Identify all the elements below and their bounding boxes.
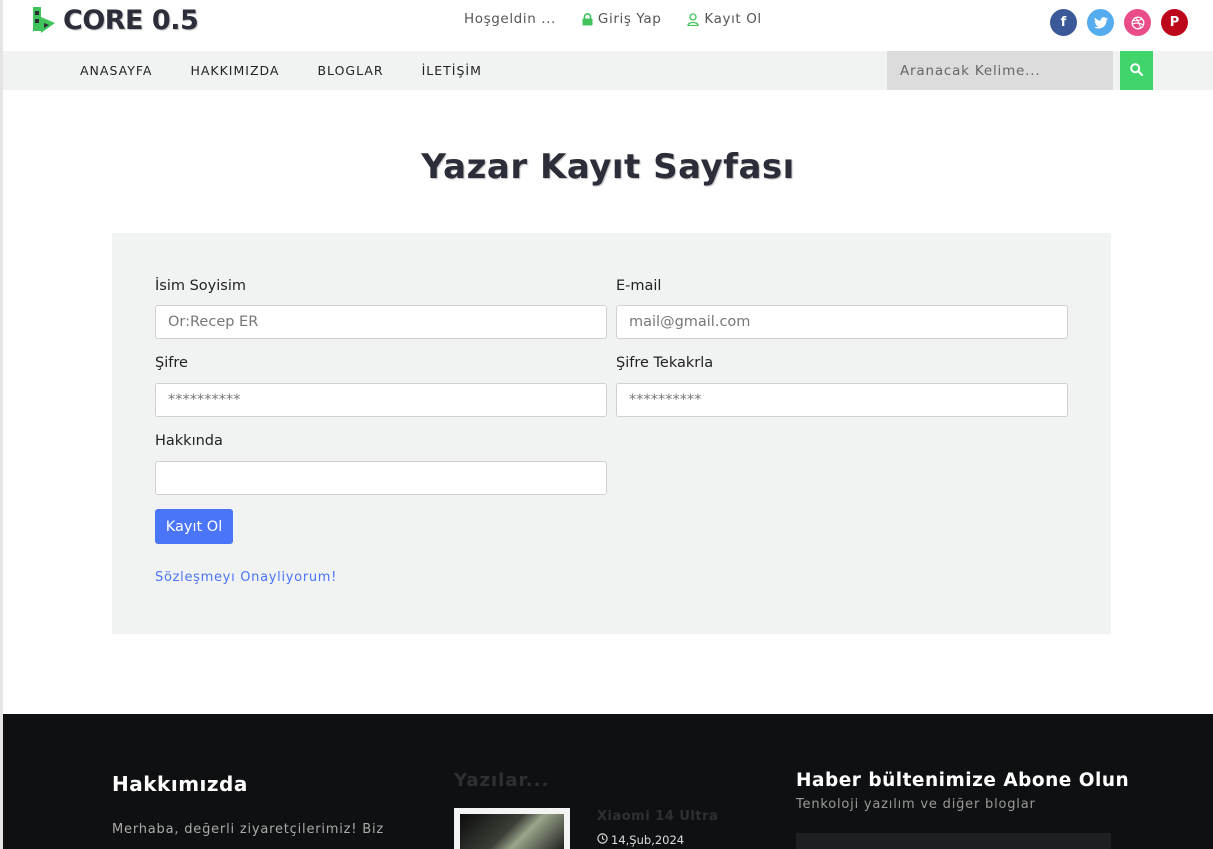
post-thumbnail-image [460, 814, 564, 849]
logo-mark-icon [31, 5, 59, 35]
account-links: Hoşgeldin ... Giriş Yap Kayıt Ol [464, 11, 762, 27]
register-submit-button[interactable]: Kayıt Ol [155, 509, 233, 544]
main-navbar: ANASAYFA HAKKIMIZDA BLOGLAR İLETİŞİM [3, 51, 1213, 90]
lock-icon [582, 12, 593, 26]
post-thumbnail[interactable] [454, 808, 570, 849]
post-date: 14,Şub,2024 [597, 833, 684, 847]
footer-posts-title: Yazılar... [454, 770, 550, 791]
pinterest-icon[interactable]: P [1161, 9, 1188, 36]
register-link[interactable]: Kayıt Ol [687, 11, 761, 27]
twitter-icon[interactable] [1087, 9, 1114, 36]
clock-icon [597, 833, 608, 847]
about-input[interactable] [155, 461, 607, 495]
name-label: İsim Soyisim [155, 278, 246, 294]
register-label: Kayıt Ol [704, 11, 762, 27]
search-icon [1130, 61, 1144, 80]
password-repeat-label: Şifre Tekakrla [616, 355, 714, 371]
site-logo[interactable]: CORE 0.5 [31, 3, 199, 37]
nav-item-blogs[interactable]: BLOGLAR [317, 63, 383, 78]
facebook-icon[interactable]: f [1050, 9, 1077, 36]
nav-item-contact[interactable]: İLETİŞİM [422, 63, 482, 78]
registration-form: İsim Soyisim E-mail Şifre Şifre Tekakrla… [112, 233, 1111, 634]
post-title[interactable]: Xiaomi 14 Ultra [597, 809, 718, 824]
post-date-text: 14,Şub,2024 [611, 833, 685, 847]
email-input[interactable] [616, 305, 1068, 339]
newsletter-title: Haber bültenimize Abone Olun [796, 770, 1130, 791]
agreement-link[interactable]: Sözleşmeyı Onayliyorum! [155, 570, 337, 585]
dribbble-icon[interactable] [1124, 9, 1151, 36]
welcome-text: Hoşgeldin ... [464, 11, 556, 27]
name-input[interactable] [155, 305, 607, 339]
password-label: Şifre [155, 355, 188, 371]
search-button[interactable] [1120, 51, 1153, 90]
footer-about-title: Hakkımızda [112, 772, 248, 796]
site-footer: Hakkımızda Merhaba, değerli ziyaretçiler… [3, 714, 1213, 849]
email-label: E-mail [616, 278, 662, 294]
page-title: Yazar Kayıt Sayfası [421, 147, 795, 187]
search-input[interactable] [887, 51, 1113, 90]
newsletter-email-input[interactable] [796, 833, 1111, 849]
login-label: Giriş Yap [597, 11, 662, 27]
top-bar: CORE 0.5 Hoşgeldin ... Giriş Yap Kayıt O… [3, 0, 1213, 51]
nav-item-home[interactable]: ANASAYFA [80, 63, 152, 78]
nav-menu: ANASAYFA HAKKIMIZDA BLOGLAR İLETİŞİM [80, 51, 482, 90]
password-repeat-input[interactable] [616, 383, 1068, 417]
login-link[interactable]: Giriş Yap [582, 11, 661, 27]
about-label: Hakkında [155, 433, 223, 449]
footer-about-text: Merhaba, değerli ziyaretçilerimiz! Biz [112, 822, 384, 837]
password-input[interactable] [155, 383, 607, 417]
brand-name: CORE 0.5 [63, 4, 199, 36]
social-links: f P [1050, 9, 1188, 36]
newsletter-subtitle: Tenkoloji yazılım ve diğer bloglar [796, 797, 1036, 812]
user-icon [687, 12, 700, 26]
nav-item-about[interactable]: HAKKIMIZDA [190, 63, 279, 78]
